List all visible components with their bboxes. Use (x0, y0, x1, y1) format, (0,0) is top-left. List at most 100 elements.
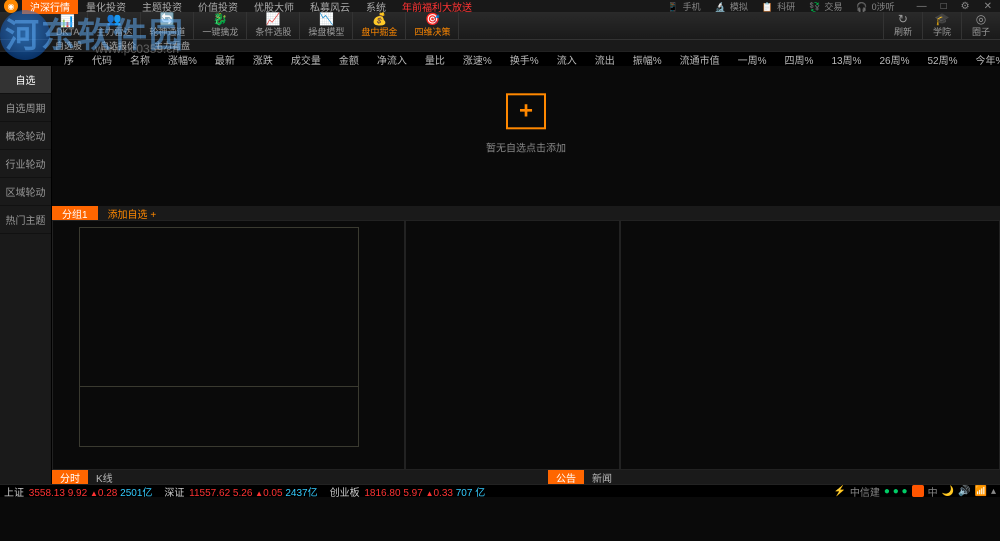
tool-model[interactable]: 📉操盘模型 (300, 12, 353, 39)
col-outflow[interactable]: 流出 (586, 52, 624, 66)
sidebar-item-region[interactable]: 区域轮动 (0, 178, 51, 206)
sidebar-item-concept[interactable]: 概念轮动 (0, 122, 51, 150)
tool-dkta[interactable]: 📊DKTA (48, 12, 88, 39)
school-icon: 🎓 (935, 13, 950, 25)
sidebar-item-period[interactable]: 自选周期 (0, 94, 51, 122)
left-sidebar: 自选 自选周期 概念轮动 行业轮动 区域轮动 热门主题 (0, 66, 52, 484)
tool-refresh[interactable]: ↻刷新 (883, 12, 922, 39)
tool-channel[interactable]: 🔄轮神通道 (141, 12, 194, 39)
status-right: ⚡ 中信建 ● ● ● 中 🌙 🔊 📶 ▴ (833, 484, 996, 499)
subnav-self[interactable]: 自选股 (55, 39, 82, 52)
status-bar: 上证 3558.13 9.92 ▲0.28 2501亿 深证 11557.62 … (0, 484, 1000, 497)
volume-chart[interactable] (79, 387, 359, 447)
tab-kline[interactable]: K线 (88, 470, 121, 484)
tool-gold[interactable]: 💰盘中掘金 (353, 12, 406, 39)
tray-icon-1[interactable] (912, 485, 924, 497)
money-icon: 💰 (372, 13, 387, 25)
status-cy[interactable]: 创业板 1816.80 5.97 ▲0.33 707 亿 (330, 484, 486, 499)
maximize-icon[interactable]: □ (937, 1, 951, 12)
col-code[interactable]: 代码 (83, 52, 121, 66)
tool-radar[interactable]: 👥主力雷达 (88, 12, 141, 39)
tray-chevron-icon[interactable]: ▴ (991, 486, 996, 497)
col-seq[interactable]: 序 (55, 52, 83, 66)
tool-condition[interactable]: 📈条件选股 (247, 12, 300, 39)
tab-add-group[interactable]: 添加自选 + (98, 206, 167, 220)
col-1w[interactable]: 一周% (729, 52, 776, 66)
trend-up-icon: 📈 (266, 13, 281, 25)
col-amp[interactable]: 振幅% (624, 52, 671, 66)
top-research[interactable]: 📋科研 (758, 0, 803, 13)
tray-ime-icon[interactable]: 中 (928, 484, 938, 499)
settings-icon[interactable]: ⚙ (957, 1, 974, 12)
top-phone[interactable]: 📱手机 (663, 0, 708, 13)
close-icon[interactable]: ✕ (980, 1, 996, 12)
tool-dragon[interactable]: 🐉一键擒龙 (194, 12, 247, 39)
empty-state: + 暂无自选点击添加 (486, 93, 566, 154)
tab-news[interactable]: 新闻 (584, 470, 620, 484)
sub-nav-bar: 自选股 自选报价 主力看盘 (0, 40, 1000, 52)
tool-4d[interactable]: 🎯四维决策 (406, 12, 459, 39)
top-sim[interactable]: 🔬模拟 (711, 0, 756, 13)
window-controls: — □ ⚙ ✕ (913, 1, 996, 12)
col-turnover[interactable]: 换手% (501, 52, 548, 66)
top-right-menu: 📱手机 🔬模拟 📋科研 💱交易 🎧0涉听 — □ ⚙ ✕ (663, 0, 996, 13)
main-toolbar: 📊DKTA 👥主力雷达 🔄轮神通道 🐉一键擒龙 📈条件选股 📉操盘模型 💰盘中掘… (0, 12, 1000, 40)
table-column-headers: 序 代码 名称 涨幅% 最新 涨跌 成交量 金额 净流入 量比 涨速% 换手% … (0, 52, 1000, 66)
tool-academy[interactable]: 🎓学院 (922, 12, 961, 39)
col-name[interactable]: 名称 (121, 52, 159, 66)
tray-net-icon[interactable]: 📶 (975, 486, 987, 497)
top-trade[interactable]: 💱交易 (805, 0, 850, 13)
refresh-icon: ↻ (898, 13, 908, 25)
tab-minute[interactable]: 分时 (52, 470, 88, 484)
tab-group1[interactable]: 分组1 (52, 206, 98, 220)
minimize-icon[interactable]: — (913, 1, 931, 12)
watchlist-panel: + 暂无自选点击添加 (52, 66, 1000, 206)
col-latest[interactable]: 最新 (206, 52, 244, 66)
tool-circle[interactable]: ◎圈子 (961, 12, 1000, 39)
status-sz[interactable]: 深证 11557.62 5.26 ▲0.05 2437亿 (164, 484, 317, 499)
add-stock-button[interactable]: + (506, 93, 546, 129)
news-panel (620, 220, 1000, 470)
col-vol[interactable]: 成交量 (282, 52, 330, 66)
lower-panels (52, 220, 1000, 470)
chart-icon: 📊 (60, 15, 75, 27)
connection-icon[interactable]: ⚡ (833, 486, 845, 497)
col-26w[interactable]: 26周% (870, 52, 918, 66)
sidebar-item-industry[interactable]: 行业轮动 (0, 150, 51, 178)
top-listen[interactable]: 🎧0涉听 (852, 0, 902, 13)
subnav-main[interactable]: 主力看盘 (154, 39, 190, 52)
col-4w[interactable]: 四周% (776, 52, 823, 66)
target-icon: 🎯 (425, 13, 440, 25)
cycle-icon: 🔄 (160, 13, 175, 25)
chart-panel-2 (405, 220, 620, 470)
empty-message: 暂无自选点击添加 (486, 139, 566, 154)
plus-icon: + (519, 97, 533, 125)
col-inflow[interactable]: 流入 (548, 52, 586, 66)
tray-sound-icon[interactable]: 🔊 (958, 486, 970, 497)
minute-chart[interactable] (79, 227, 359, 387)
col-ytd[interactable]: 今年% (966, 52, 1000, 66)
top-menu-bar: ◉ 沪深行情 量化投资 主题投资 价值投资 优股大师 私募风云 系统 年前福利大… (0, 0, 1000, 12)
col-pct[interactable]: 涨幅% (159, 52, 206, 66)
col-mktcap[interactable]: 流通市值 (671, 52, 729, 66)
tab-announce[interactable]: 公告 (548, 470, 584, 484)
sidebar-item-hot[interactable]: 热门主题 (0, 206, 51, 234)
col-52w[interactable]: 52周% (918, 52, 966, 66)
tray-moon-icon[interactable]: 🌙 (942, 486, 954, 497)
col-amt[interactable]: 金额 (330, 52, 368, 66)
subnav-quote[interactable]: 自选报价 (100, 39, 136, 52)
dragon-icon: 🐉 (213, 13, 228, 25)
col-chg[interactable]: 涨跌 (244, 52, 282, 66)
status-sh[interactable]: 上证 3558.13 9.92 ▲0.28 2501亿 (4, 484, 152, 499)
content-area: + 暂无自选点击添加 分组1 添加自选 + 分时 K线 公告 新闻 (52, 66, 1000, 484)
col-ratio[interactable]: 量比 (416, 52, 454, 66)
col-netflow[interactable]: 净流入 (368, 52, 416, 66)
trend-down-icon: 📉 (319, 13, 334, 25)
main-content: 自选 自选周期 概念轮动 行业轮动 区域轮动 热门主题 + 暂无自选点击添加 分… (0, 66, 1000, 484)
broker-name: 中信建 (850, 484, 880, 499)
col-speed[interactable]: 涨速% (454, 52, 501, 66)
status-dots: ● ● ● (884, 486, 908, 497)
sidebar-item-self[interactable]: 自选 (0, 66, 51, 94)
col-13w[interactable]: 13周% (822, 52, 870, 66)
chart-panel-1 (52, 220, 405, 470)
